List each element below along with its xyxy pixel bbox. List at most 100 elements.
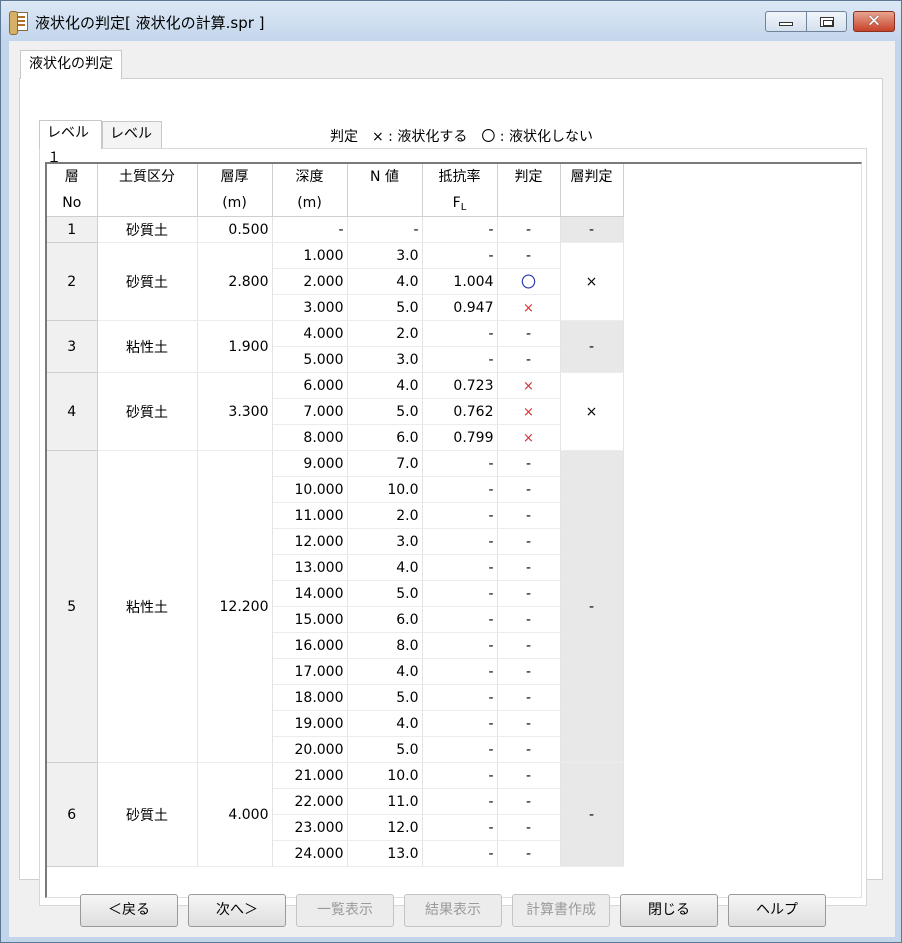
judgment-cell[interactable]: - [497,346,561,373]
judgment-cell[interactable]: × [497,372,561,399]
n-value-cell[interactable]: 4.0 [347,710,423,737]
n-value-cell[interactable]: 13.0 [347,840,423,867]
tab-level-1[interactable]: レベル１ [39,120,102,166]
resistance-ratio-cell[interactable]: - [422,632,498,659]
depth-cell[interactable]: 21.000 [272,762,348,789]
resistance-ratio-cell[interactable]: - [422,476,498,503]
resistance-ratio-cell[interactable]: - [422,580,498,607]
resistance-ratio-cell[interactable]: - [422,554,498,581]
n-value-cell[interactable]: 10.0 [347,762,423,789]
judgment-cell[interactable]: - [497,762,561,789]
n-value-cell[interactable]: 4.0 [347,554,423,581]
n-value-cell[interactable]: 7.0 [347,450,423,477]
resistance-ratio-cell[interactable]: 0.947 [422,294,498,321]
n-value-cell[interactable]: 3.0 [347,346,423,373]
judgment-cell[interactable]: - [497,736,561,763]
n-value-cell[interactable]: 6.0 [347,424,423,451]
n-value-cell[interactable]: 3.0 [347,528,423,555]
create-report-button[interactable]: 計算書作成 [512,894,610,927]
n-value-cell[interactable]: - [347,216,423,243]
soil-type-cell[interactable]: 粘性土 [97,450,198,763]
depth-cell[interactable]: 6.000 [272,372,348,399]
thickness-cell[interactable]: 0.500 [197,216,273,243]
resistance-ratio-cell[interactable]: - [422,502,498,529]
depth-cell[interactable]: 8.000 [272,424,348,451]
help-button[interactable]: ヘルプ [728,894,826,927]
n-value-cell[interactable]: 2.0 [347,320,423,347]
depth-cell[interactable]: 5.000 [272,346,348,373]
judgment-cell[interactable]: - [497,502,561,529]
judgment-cell[interactable]: - [497,216,561,243]
close-button[interactable]: 閉じる [620,894,718,927]
depth-cell[interactable]: 13.000 [272,554,348,581]
resistance-ratio-cell[interactable]: - [422,840,498,867]
judgment-cell[interactable]: - [497,788,561,815]
resistance-ratio-cell[interactable]: - [422,658,498,685]
depth-cell[interactable]: 17.000 [272,658,348,685]
layer-judgment-cell[interactable]: × [560,372,624,451]
judgment-cell[interactable]: - [497,684,561,711]
next-button[interactable]: 次へ＞ [188,894,286,927]
judgment-cell[interactable]: - [497,320,561,347]
n-value-cell[interactable]: 5.0 [347,736,423,763]
result-view-button[interactable]: 結果表示 [404,894,502,927]
results-grid[interactable]: 層 No 土質区分 層厚 (m) 深度 (m) N 値抵抗率 FL 判定 層判定 1 砂質土 0.500… [45,162,862,898]
layer-no-cell[interactable]: 5 [47,450,98,763]
depth-cell[interactable]: 15.000 [272,606,348,633]
judgment-cell[interactable]: - [497,710,561,737]
judgment-cell[interactable]: - [497,632,561,659]
depth-cell[interactable]: 23.000 [272,814,348,841]
n-value-cell[interactable]: 4.0 [347,372,423,399]
resistance-ratio-cell[interactable]: - [422,736,498,763]
n-value-cell[interactable]: 11.0 [347,788,423,815]
judgment-cell[interactable]: - [497,554,561,581]
n-value-cell[interactable]: 10.0 [347,476,423,503]
resistance-ratio-cell[interactable]: - [422,242,498,269]
resistance-ratio-cell[interactable]: 1.004 [422,268,498,295]
n-value-cell[interactable]: 2.0 [347,502,423,529]
depth-cell[interactable]: - [272,216,348,243]
n-value-cell[interactable]: 4.0 [347,658,423,685]
depth-cell[interactable]: 12.000 [272,528,348,555]
judgment-cell[interactable]: - [497,580,561,607]
resistance-ratio-cell[interactable]: - [422,684,498,711]
judgment-cell[interactable]: × [497,424,561,451]
tab-level-2[interactable]: レベル２ [102,121,162,167]
n-value-cell[interactable]: 4.0 [347,268,423,295]
n-value-cell[interactable]: 8.0 [347,632,423,659]
resistance-ratio-cell[interactable]: - [422,710,498,737]
judgment-cell[interactable]: × [497,294,561,321]
layer-no-cell[interactable]: 1 [47,216,98,243]
resistance-ratio-cell[interactable]: - [422,450,498,477]
tab-liquefaction-judgment[interactable]: 液状化の判定 [20,50,122,79]
minimize-button[interactable] [765,11,807,32]
depth-cell[interactable]: 1.000 [272,242,348,269]
depth-cell[interactable]: 3.000 [272,294,348,321]
depth-cell[interactable]: 2.000 [272,268,348,295]
resistance-ratio-cell[interactable]: - [422,216,498,243]
list-view-button[interactable]: 一覧表示 [296,894,394,927]
thickness-cell[interactable]: 2.800 [197,242,273,321]
depth-cell[interactable]: 19.000 [272,710,348,737]
depth-cell[interactable]: 9.000 [272,450,348,477]
layer-judgment-cell[interactable]: - [560,216,624,243]
thickness-cell[interactable]: 3.300 [197,372,273,451]
layer-no-cell[interactable]: 4 [47,372,98,451]
close-window-button[interactable]: ✕ [853,11,895,32]
layer-judgment-cell[interactable]: - [560,450,624,763]
n-value-cell[interactable]: 5.0 [347,580,423,607]
thickness-cell[interactable]: 12.200 [197,450,273,763]
resistance-ratio-cell[interactable]: 0.723 [422,372,498,399]
judgment-cell[interactable]: - [497,840,561,867]
resistance-ratio-cell[interactable]: - [422,346,498,373]
n-value-cell[interactable]: 6.0 [347,606,423,633]
depth-cell[interactable]: 20.000 [272,736,348,763]
layer-judgment-cell[interactable]: - [560,762,624,867]
depth-cell[interactable]: 24.000 [272,840,348,867]
layer-judgment-cell[interactable]: × [560,242,624,321]
n-value-cell[interactable]: 5.0 [347,684,423,711]
thickness-cell[interactable]: 4.000 [197,762,273,867]
n-value-cell[interactable]: 12.0 [347,814,423,841]
soil-type-cell[interactable]: 粘性土 [97,320,198,373]
depth-cell[interactable]: 11.000 [272,502,348,529]
